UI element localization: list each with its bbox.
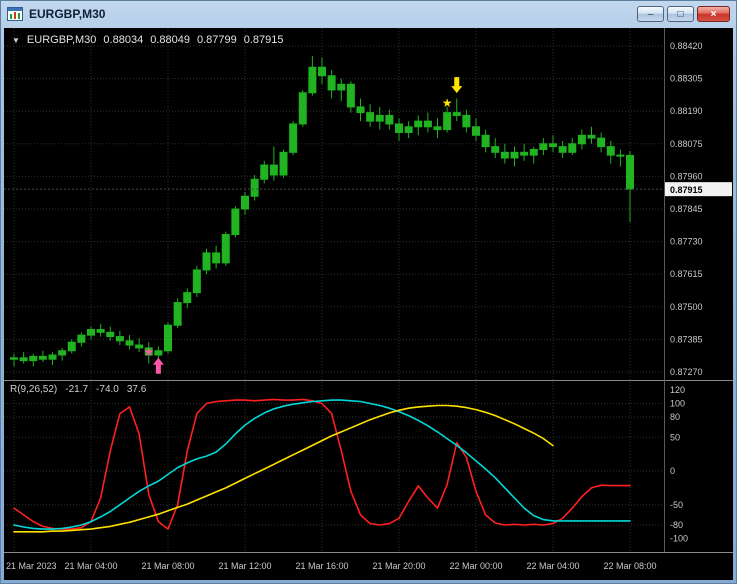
svg-text:21 Mar 04:00: 21 Mar 04:00 [64, 561, 117, 571]
svg-text:22 Mar 04:00: 22 Mar 04:00 [526, 561, 579, 571]
maximize-button[interactable]: □ [667, 6, 694, 22]
svg-text:0.87960: 0.87960 [670, 171, 703, 181]
window-title: EURGBP,M30 [29, 7, 106, 21]
svg-text:-80: -80 [670, 520, 683, 530]
ohlc-high: 0.88049 [150, 34, 190, 46]
svg-text:-100: -100 [670, 534, 688, 544]
svg-text:0.88075: 0.88075 [670, 139, 703, 149]
svg-text:0.87730: 0.87730 [670, 237, 703, 247]
svg-text:21 Mar 08:00: 21 Mar 08:00 [141, 561, 194, 571]
indicator-label: R(9,26,52) -21.7 -74.0 37.6 [10, 384, 146, 395]
chart-client-area: 21 Mar 2023 21 Mar 04:00 21 Mar 08:00 21 Ma… [4, 28, 733, 580]
svg-text:21 Mar 2023: 21 Mar 2023 [6, 561, 57, 571]
svg-text:★: ★ [143, 345, 154, 359]
application-window: EURGBP,M30 – □ × 21 Mar 2023 21 Mar 04:00… [0, 0, 737, 584]
svg-text:0.87385: 0.87385 [670, 334, 703, 344]
minimize-button[interactable]: – [637, 6, 664, 22]
svg-text:80: 80 [670, 412, 680, 422]
svg-text:120: 120 [670, 385, 685, 395]
svg-text:0: 0 [670, 466, 675, 476]
close-button[interactable]: × [697, 6, 730, 22]
window-controls: – □ × [637, 6, 730, 22]
svg-text:0.88420: 0.88420 [670, 41, 703, 51]
symbol-dropdown-icon[interactable]: ▼ [12, 36, 20, 45]
symbol-label: EURGBP,M30 [26, 34, 97, 46]
ohlc-low: 0.87799 [196, 34, 237, 46]
indicator-name: R(9,26,52) [10, 384, 58, 395]
ohlc-close: 0.87915 [243, 34, 284, 46]
svg-text:0.87270: 0.87270 [670, 367, 703, 377]
indicator-value-2: -74.0 [96, 384, 119, 395]
svg-text:0.87845: 0.87845 [670, 204, 703, 214]
svg-text:21 Mar 16:00: 21 Mar 16:00 [295, 561, 348, 571]
title-bar[interactable]: EURGBP,M30 – □ × [4, 0, 733, 28]
svg-text:-50: -50 [670, 500, 683, 510]
indicator-value-3: 37.6 [126, 384, 147, 395]
svg-text:0.88190: 0.88190 [670, 106, 703, 116]
ohlc-open: 0.88034 [103, 34, 144, 46]
window-icon [7, 7, 23, 21]
svg-text:★: ★ [442, 96, 453, 110]
svg-text:21 Mar 12:00: 21 Mar 12:00 [218, 561, 271, 571]
svg-text:22 Mar 00:00: 22 Mar 00:00 [449, 561, 502, 571]
chart-ohlc-overlay: ▼ EURGBP,M30 0.88034 0.88049 0.87799 0.8… [12, 34, 283, 46]
svg-text:0.87500: 0.87500 [670, 302, 703, 312]
candlestick-chart[interactable]: 21 Mar 2023 21 Mar 04:00 21 Mar 08:00 21 Ma… [4, 28, 733, 580]
svg-text:0.88305: 0.88305 [670, 74, 703, 84]
svg-text:100: 100 [670, 399, 685, 409]
svg-text:21 Mar 20:00: 21 Mar 20:00 [372, 561, 425, 571]
indicator-value-1: -21.7 [65, 384, 89, 395]
svg-text:0.87615: 0.87615 [670, 269, 703, 279]
svg-text:0.87915: 0.87915 [670, 185, 703, 195]
svg-text:50: 50 [670, 432, 680, 442]
svg-text:22 Mar 08:00: 22 Mar 08:00 [603, 561, 656, 571]
